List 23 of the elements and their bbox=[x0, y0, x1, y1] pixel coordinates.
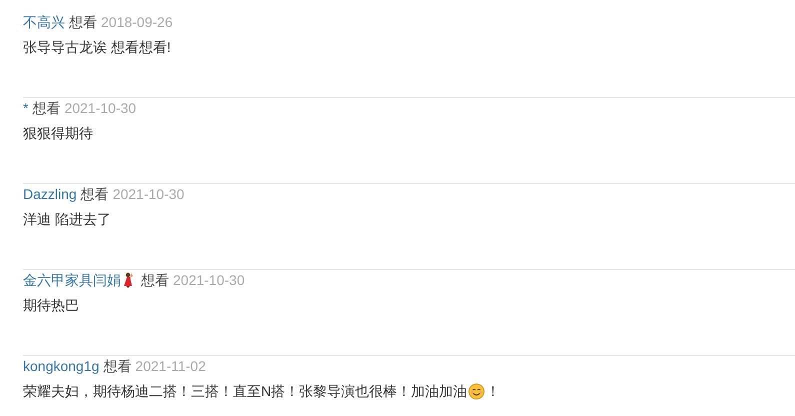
username-link[interactable]: 不高兴 bbox=[23, 12, 65, 32]
comment-text: 张导导古龙诶 想看想看! bbox=[23, 38, 171, 57]
comment-text: 期待热巴 bbox=[23, 296, 79, 315]
rating-status: 想看 bbox=[69, 13, 97, 32]
comment-date: 2018-09-26 bbox=[101, 13, 173, 32]
smiley-icon bbox=[468, 382, 486, 400]
comment-text: 狠狠得期待 bbox=[23, 124, 93, 143]
username-link[interactable]: * bbox=[23, 98, 28, 118]
rating-status: 想看 bbox=[103, 357, 132, 376]
comment-text: 洋迪 陷进去了 bbox=[23, 210, 111, 229]
comment-date: 2021-10-30 bbox=[112, 185, 184, 204]
comment-text: 荣耀夫妇，期待杨迪二搭！三搭！直至N搭！张黎导演也很棒！加油加油 bbox=[23, 382, 468, 401]
username-link[interactable]: 金六甲家具闫娟 bbox=[23, 270, 121, 290]
rating-status: 想看 bbox=[80, 185, 109, 204]
comment-date: 2021-11-02 bbox=[135, 357, 206, 376]
comment-date: 2021-10-30 bbox=[173, 271, 245, 290]
comment-text: ！ bbox=[486, 382, 500, 401]
rating-status: 想看 bbox=[141, 271, 169, 290]
username-link[interactable]: Dazzling bbox=[23, 184, 77, 204]
dancer-icon bbox=[122, 272, 136, 288]
username-link[interactable]: kongkong1g bbox=[23, 356, 100, 376]
comment-date: 2021-10-30 bbox=[64, 99, 136, 118]
rating-status: 想看 bbox=[32, 99, 60, 118]
